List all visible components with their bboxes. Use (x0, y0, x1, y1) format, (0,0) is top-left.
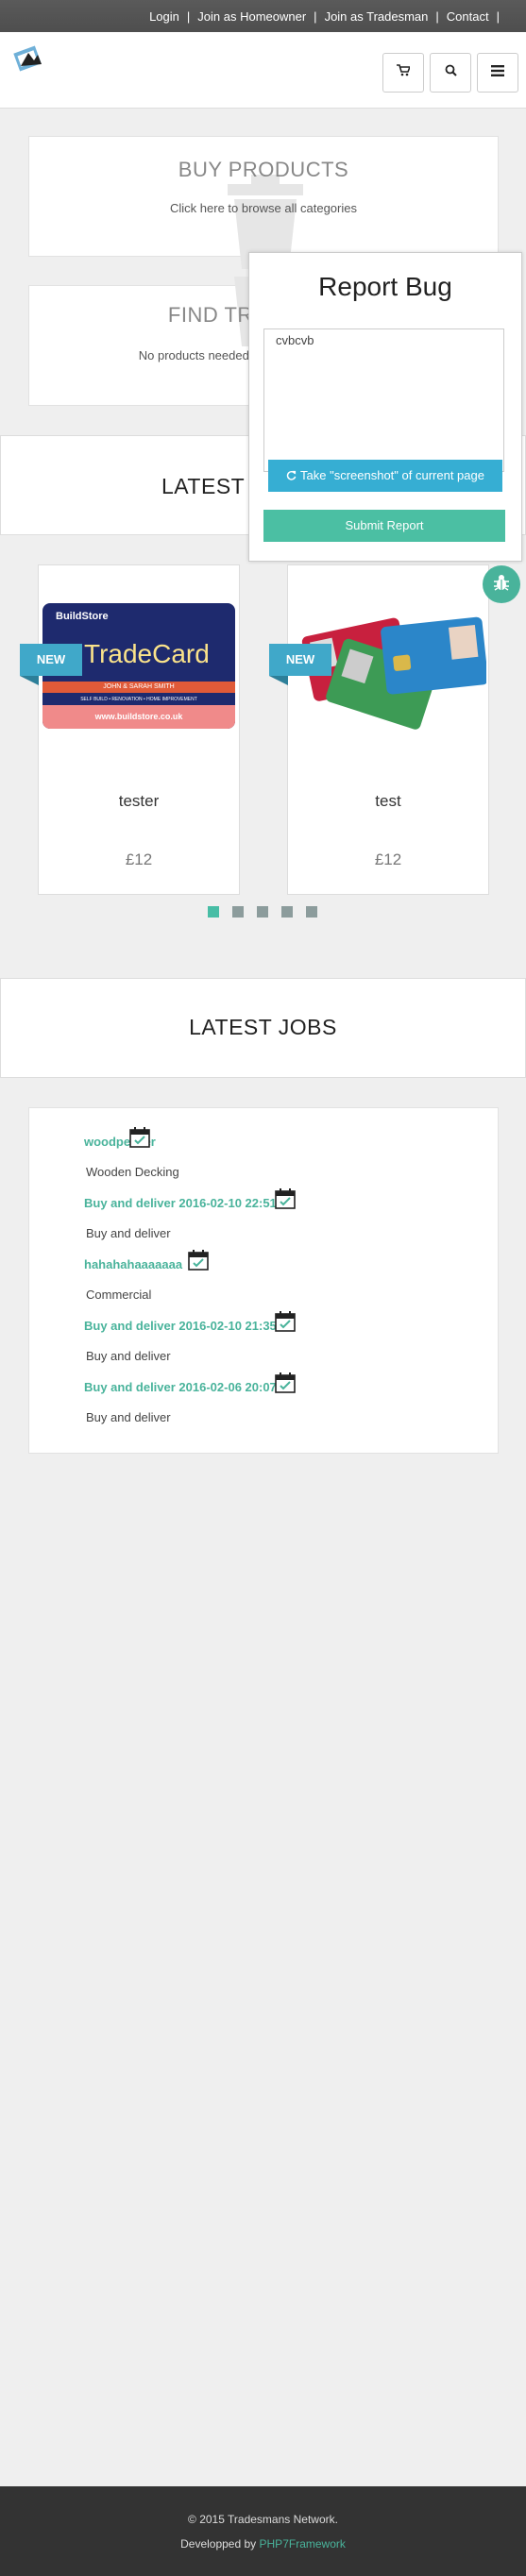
top-bar: Login | Join as Homeowner | Join as Trad… (0, 0, 526, 32)
nav-separator: | (314, 9, 317, 24)
report-bug-textarea[interactable]: cvbcvb (263, 328, 504, 472)
new-badge: NEW (20, 644, 82, 685)
submit-report-button[interactable]: Submit Report (263, 510, 505, 542)
product-name[interactable]: tester (39, 792, 239, 811)
calendar-check-icon (275, 1372, 296, 1393)
nav-separator: | (496, 9, 500, 24)
bug-icon (492, 573, 511, 597)
carousel-dot[interactable] (257, 906, 268, 918)
carousel-dot[interactable] (232, 906, 244, 918)
job-description: Wooden Decking (86, 1165, 179, 1179)
buy-products-subtitle: Click here to browse all categories (170, 201, 357, 215)
take-screenshot-label: Take "screenshot" of current page (300, 468, 484, 482)
product-image-brand: BuildStore (56, 611, 109, 622)
join-homeowner-link[interactable]: Join as Homeowner (197, 9, 306, 24)
latest-jobs-list: woodpecker Wooden Decking Buy and delive… (28, 1107, 499, 1454)
product-card[interactable]: NEW test £12 (269, 564, 489, 895)
search-button[interactable] (430, 53, 471, 93)
menu-icon (491, 64, 504, 81)
nav-separator: | (435, 9, 439, 24)
nav-separator: | (186, 9, 191, 24)
product-card[interactable]: BuildStore TradeCard JOHN & SARAH SMITH … (20, 564, 240, 895)
latest-products-title: LATEST (161, 474, 246, 498)
refresh-icon (286, 461, 297, 493)
product-image-stripe: JOHN & SARAH SMITH (42, 682, 235, 693)
job-description: Commercial (86, 1288, 152, 1302)
product-image-names: JOHN & SARAH SMITH (103, 683, 175, 690)
site-footer: © 2015 Tradesmans Network. Developped by… (0, 2486, 526, 2576)
carousel-pagination (208, 906, 317, 918)
report-bug-panel: Report Bug cvbcvb Take "screenshot" of c… (248, 252, 522, 562)
cart-button[interactable] (382, 53, 424, 93)
login-link[interactable]: Login (149, 9, 179, 24)
job-description: Buy and deliver (86, 1226, 171, 1240)
product-image-url: www.buildstore.co.uk (94, 712, 183, 721)
search-icon (445, 64, 457, 81)
site-logo[interactable] (13, 43, 45, 76)
product-name[interactable]: test (288, 792, 488, 811)
latest-jobs-title: LATEST JOBS (189, 1015, 337, 1039)
contact-link[interactable]: Contact (447, 9, 489, 24)
footer-developed-prefix: Developped by (180, 2537, 257, 2551)
new-badge: NEW (269, 644, 331, 685)
calendar-check-icon (275, 1188, 296, 1209)
buy-products-title: BUY PRODUCTS (178, 158, 349, 181)
footer-developed: Developped by PHP7Framework (0, 2537, 526, 2551)
carousel-dot[interactable] (306, 906, 317, 918)
join-tradesman-link[interactable]: Join as Tradesman (325, 9, 429, 24)
latest-jobs-header: LATEST JOBS (0, 978, 526, 1078)
calendar-check-icon (129, 1127, 150, 1148)
job-description: Buy and deliver (86, 1410, 171, 1424)
job-title-link[interactable]: hahahahaaaaaaa (84, 1257, 182, 1271)
site-header (0, 32, 526, 109)
product-price: £12 (374, 850, 402, 868)
top-nav: Login | Join as Homeowner | Join as Trad… (149, 9, 500, 24)
carousel-dot[interactable] (281, 906, 293, 918)
footer-developer-link[interactable]: PHP7Framework (260, 2537, 346, 2551)
job-title-link[interactable]: Buy and deliver 2016-02-06 20:07:29 (84, 1380, 295, 1394)
cart-icon (397, 64, 412, 81)
calendar-check-icon (188, 1250, 209, 1271)
product-image-headline: TradeCard (84, 639, 210, 668)
footer-copyright: © 2015 Tradesmans Network. (188, 2513, 338, 2526)
take-screenshot-button[interactable]: Take "screenshot" of current page (268, 460, 502, 492)
calendar-check-icon (275, 1311, 296, 1332)
job-description: Buy and deliver (86, 1349, 171, 1363)
menu-button[interactable] (477, 53, 518, 93)
buy-products-box[interactable]: BUY PRODUCTS Click here to browse all ca… (28, 136, 499, 269)
report-bug-title: Report Bug (318, 272, 452, 301)
product-image-tagline: SELF BUILD • RENOVATION • HOME IMPROVEME… (80, 697, 197, 702)
job-title-link[interactable]: Buy and deliver 2016-02-10 21:35:11 (84, 1319, 294, 1333)
product-image-footer: www.buildstore.co.uk (42, 705, 235, 729)
job-title-link[interactable]: Buy and deliver 2016-02-10 22:51:06 (84, 1196, 295, 1210)
report-bug-toggle[interactable] (483, 565, 520, 603)
carousel-dot-active[interactable] (208, 906, 219, 918)
product-price: £12 (125, 850, 153, 868)
